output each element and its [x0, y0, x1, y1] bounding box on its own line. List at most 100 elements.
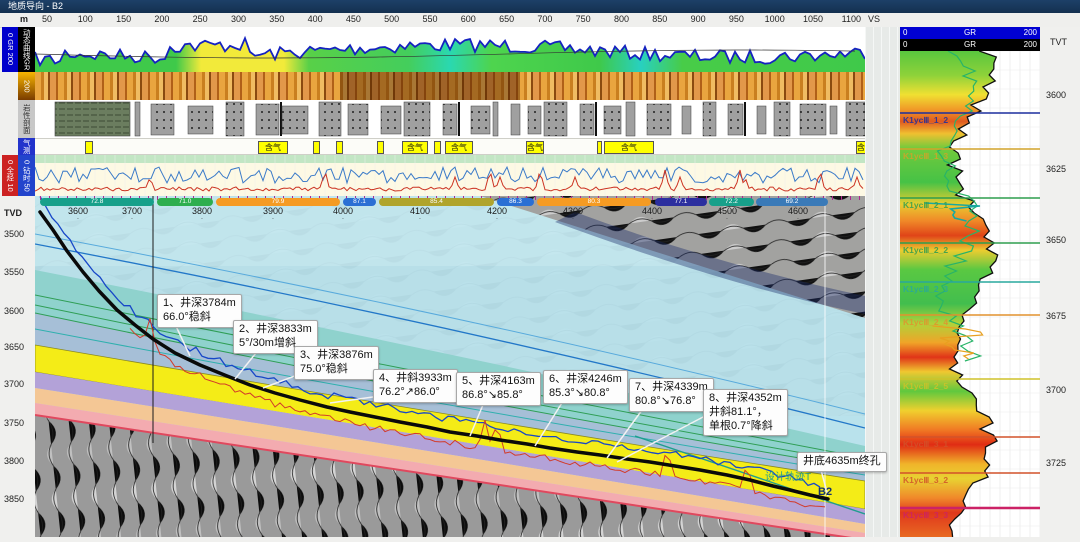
annotation-line: 76.2°↗86.0°: [379, 386, 452, 400]
ruler-tick: 50: [42, 14, 52, 24]
tvd-tick: 3700: [4, 379, 24, 389]
th-text: 0 全烃 10: [6, 160, 14, 192]
gas-show-box: 含气: [402, 141, 428, 154]
gr-scale-label2: [2, 27, 18, 72]
survey-tick: [652, 196, 653, 200]
rp1-name: GR: [964, 27, 976, 39]
lithology-track-label: 岩性剖面: [18, 100, 35, 138]
segment-value-pill: 86.3: [497, 198, 534, 206]
ruler-tick: 200: [154, 14, 169, 24]
ruler-tick: 400: [308, 14, 323, 24]
gas-show-box: 含气: [526, 141, 544, 154]
survey-tick: [859, 196, 860, 200]
md-tick: 3600.: [68, 206, 88, 219]
tvt-axis-title: TVT: [1050, 37, 1067, 47]
ruler-tick: 550: [422, 14, 437, 24]
depth-annotation[interactable]: 1、井深3784m66.0°稳斜: [157, 294, 242, 328]
annotation-line: 井底4635m终孔: [803, 455, 881, 469]
annotation-line: 75.0°稳斜: [300, 363, 373, 377]
ruler-tick: 900: [691, 14, 706, 24]
horizon-label: K1ycⅢ_2_3: [903, 284, 948, 295]
top-md-ruler: m 50100150200250300350400450500550600650…: [0, 13, 1080, 28]
image-log-dark-zone: [340, 72, 520, 100]
type-log-panel[interactable]: 0 GR 200 0 GR 200 K1ycⅢ_1_2K1ycⅢ_1_3K1yc…: [900, 27, 1040, 537]
ruler-tick: 450: [346, 14, 361, 24]
rp2-name: GR: [964, 39, 976, 51]
gas-show-box: [85, 141, 93, 154]
gas-show-box: [434, 141, 441, 154]
gas-show-box: 含气: [445, 141, 473, 154]
ruler-tick: 250: [193, 14, 208, 24]
tvd-axis: TVD 35003550360036503700375038003850: [0, 196, 35, 537]
horizon-label: K1ycⅢ_2_1: [903, 200, 948, 211]
depth-annotation[interactable]: 8、井深4352m井斜81.1°，单根0.7°降斜: [703, 389, 788, 436]
depth-annotation[interactable]: 4、井斜3933m76.2°↗86.0°: [373, 369, 458, 403]
md-tick: 4100.: [410, 206, 430, 219]
segment-value-pill: 72.2: [709, 198, 754, 206]
survey-tick: [832, 196, 833, 200]
image-log-track[interactable]: [35, 72, 865, 100]
cross-section-view[interactable]: 72.871.079.987.185.486.380.377.172.269.2…: [35, 196, 865, 537]
rp1-max: 200: [1024, 27, 1037, 39]
depth-annotation[interactable]: 3、井深3876m75.0°稳斜: [294, 346, 379, 380]
annotation-line: 3、井深3876m: [300, 349, 373, 363]
rp2-max: 200: [1024, 39, 1037, 51]
horizon-label: K1ycⅢ_1_3: [903, 151, 948, 162]
window-title: 地质导向 - B2: [0, 0, 1080, 13]
annotation-line: 2、井深3833m: [239, 323, 312, 337]
annotation-line: 8、井深4352m: [709, 392, 782, 406]
well-name-label: B2: [818, 486, 832, 498]
tvt-tick: 3650: [1046, 235, 1066, 245]
ruler-unit-label: m: [20, 14, 28, 24]
horizon-label: K1ycⅢ_2_5: [903, 381, 948, 392]
ruler-tick: 700: [537, 14, 552, 24]
lithology-block: [135, 102, 140, 136]
horizon-label: K1ycⅢ_3_3: [903, 510, 948, 521]
horizon-label: K1ycⅢ_1_2: [903, 115, 948, 126]
gr-curve-track[interactable]: [35, 27, 865, 72]
ruler-tick: 1000: [765, 14, 785, 24]
annotation-line: 井斜81.1°，: [709, 406, 782, 420]
segment-value-pill: 79.9: [216, 198, 340, 206]
gas-show-track[interactable]: 含气含气含气含气含气含气: [35, 138, 865, 155]
ruler-tick: 800: [614, 14, 629, 24]
type-log-header-1: 0 GR 200: [900, 27, 1040, 39]
lithology-block: [626, 102, 635, 136]
depth-annotation[interactable]: 6、井深4246m85.3°↘80.8°: [543, 370, 628, 404]
horizon-label: K1ycⅢ_2_4: [903, 317, 948, 328]
ruler-tick: 850: [652, 14, 667, 24]
md-tick: 4000.: [333, 206, 353, 219]
ruler-tick: 1100: [842, 14, 861, 24]
gr-dynamic-curve-label: 动态曲线GR: [18, 27, 35, 72]
depth-annotation[interactable]: 7、井深4339m80.8°↘76.8°: [629, 378, 714, 412]
survey-tick: [535, 196, 536, 200]
survey-tick: [850, 196, 851, 200]
segment-value-pill: 71.0: [157, 198, 213, 206]
dt-text: 0 钻时 50: [23, 160, 31, 192]
md-tick: 4200.: [487, 206, 507, 219]
ruler-tick: 500: [384, 14, 399, 24]
depth-annotation[interactable]: 5、井深4163m86.8°↘85.8°: [456, 372, 541, 406]
annotation-line: 单根0.7°降斜: [709, 420, 782, 434]
ruler-tick: 1050: [803, 14, 823, 24]
ruler-tick: 650: [499, 14, 514, 24]
ruler-tick: 150: [116, 14, 131, 24]
annotation-line: 4、井斜3933m: [379, 372, 452, 386]
tvd-tick: 3600: [4, 306, 24, 316]
tvt-tick: 3700: [1046, 385, 1066, 395]
md-tick: 3800.: [192, 206, 212, 219]
md-tick: 4400.: [642, 206, 662, 219]
lithology-block: [493, 102, 498, 136]
tvd-tick: 3550: [4, 267, 24, 277]
lithology-track[interactable]: [35, 100, 865, 138]
annotation-line: 1、井深3784m: [163, 297, 236, 311]
segment-value-pill: 87.1: [343, 198, 376, 206]
gas-track-label: 气测: [18, 138, 35, 155]
horizon-label: K1ycⅢ_3_1: [903, 439, 948, 450]
type-log-chart[interactable]: K1ycⅢ_1_2K1ycⅢ_1_3K1ycⅢ_2_1K1ycⅢ_2_2K1yc…: [900, 51, 1040, 537]
tvt-tick: 3725: [1046, 458, 1066, 468]
lithology-block: [682, 106, 691, 134]
tvt-tick: 3600: [1046, 90, 1066, 100]
depth-annotation[interactable]: 井底4635m终孔: [797, 452, 887, 472]
mudlog-curves-track[interactable]: [35, 155, 865, 196]
